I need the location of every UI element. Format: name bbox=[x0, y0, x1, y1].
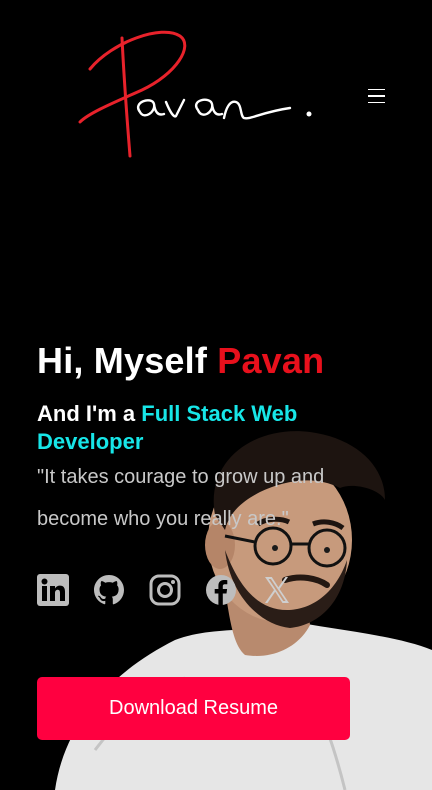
x-twitter-icon[interactable] bbox=[261, 574, 293, 606]
greeting-name: Pavan bbox=[217, 340, 325, 381]
role-line: And I'm a Full Stack Web Developer bbox=[37, 400, 377, 456]
role-prefix: And I'm a bbox=[37, 401, 136, 426]
github-icon[interactable] bbox=[93, 574, 125, 606]
facebook-icon[interactable] bbox=[205, 574, 237, 606]
social-links bbox=[37, 574, 293, 606]
hamburger-menu-icon[interactable] bbox=[362, 82, 390, 110]
site-logo[interactable] bbox=[72, 24, 322, 164]
menu-line bbox=[367, 95, 385, 97]
linkedin-icon[interactable] bbox=[37, 574, 69, 606]
quote-text: "It takes courage to grow up and become … bbox=[37, 466, 325, 530]
hero-section: Hi, Myself Pavan And I'm a Full Stack We… bbox=[37, 340, 377, 540]
menu-line bbox=[367, 88, 385, 91]
menu-line bbox=[367, 101, 385, 104]
greeting-heading: Hi, Myself Pavan bbox=[37, 340, 377, 382]
instagram-icon[interactable] bbox=[149, 574, 181, 606]
greeting-prefix: Hi, Myself bbox=[37, 340, 208, 381]
download-resume-button[interactable]: Download Resume bbox=[37, 677, 350, 740]
